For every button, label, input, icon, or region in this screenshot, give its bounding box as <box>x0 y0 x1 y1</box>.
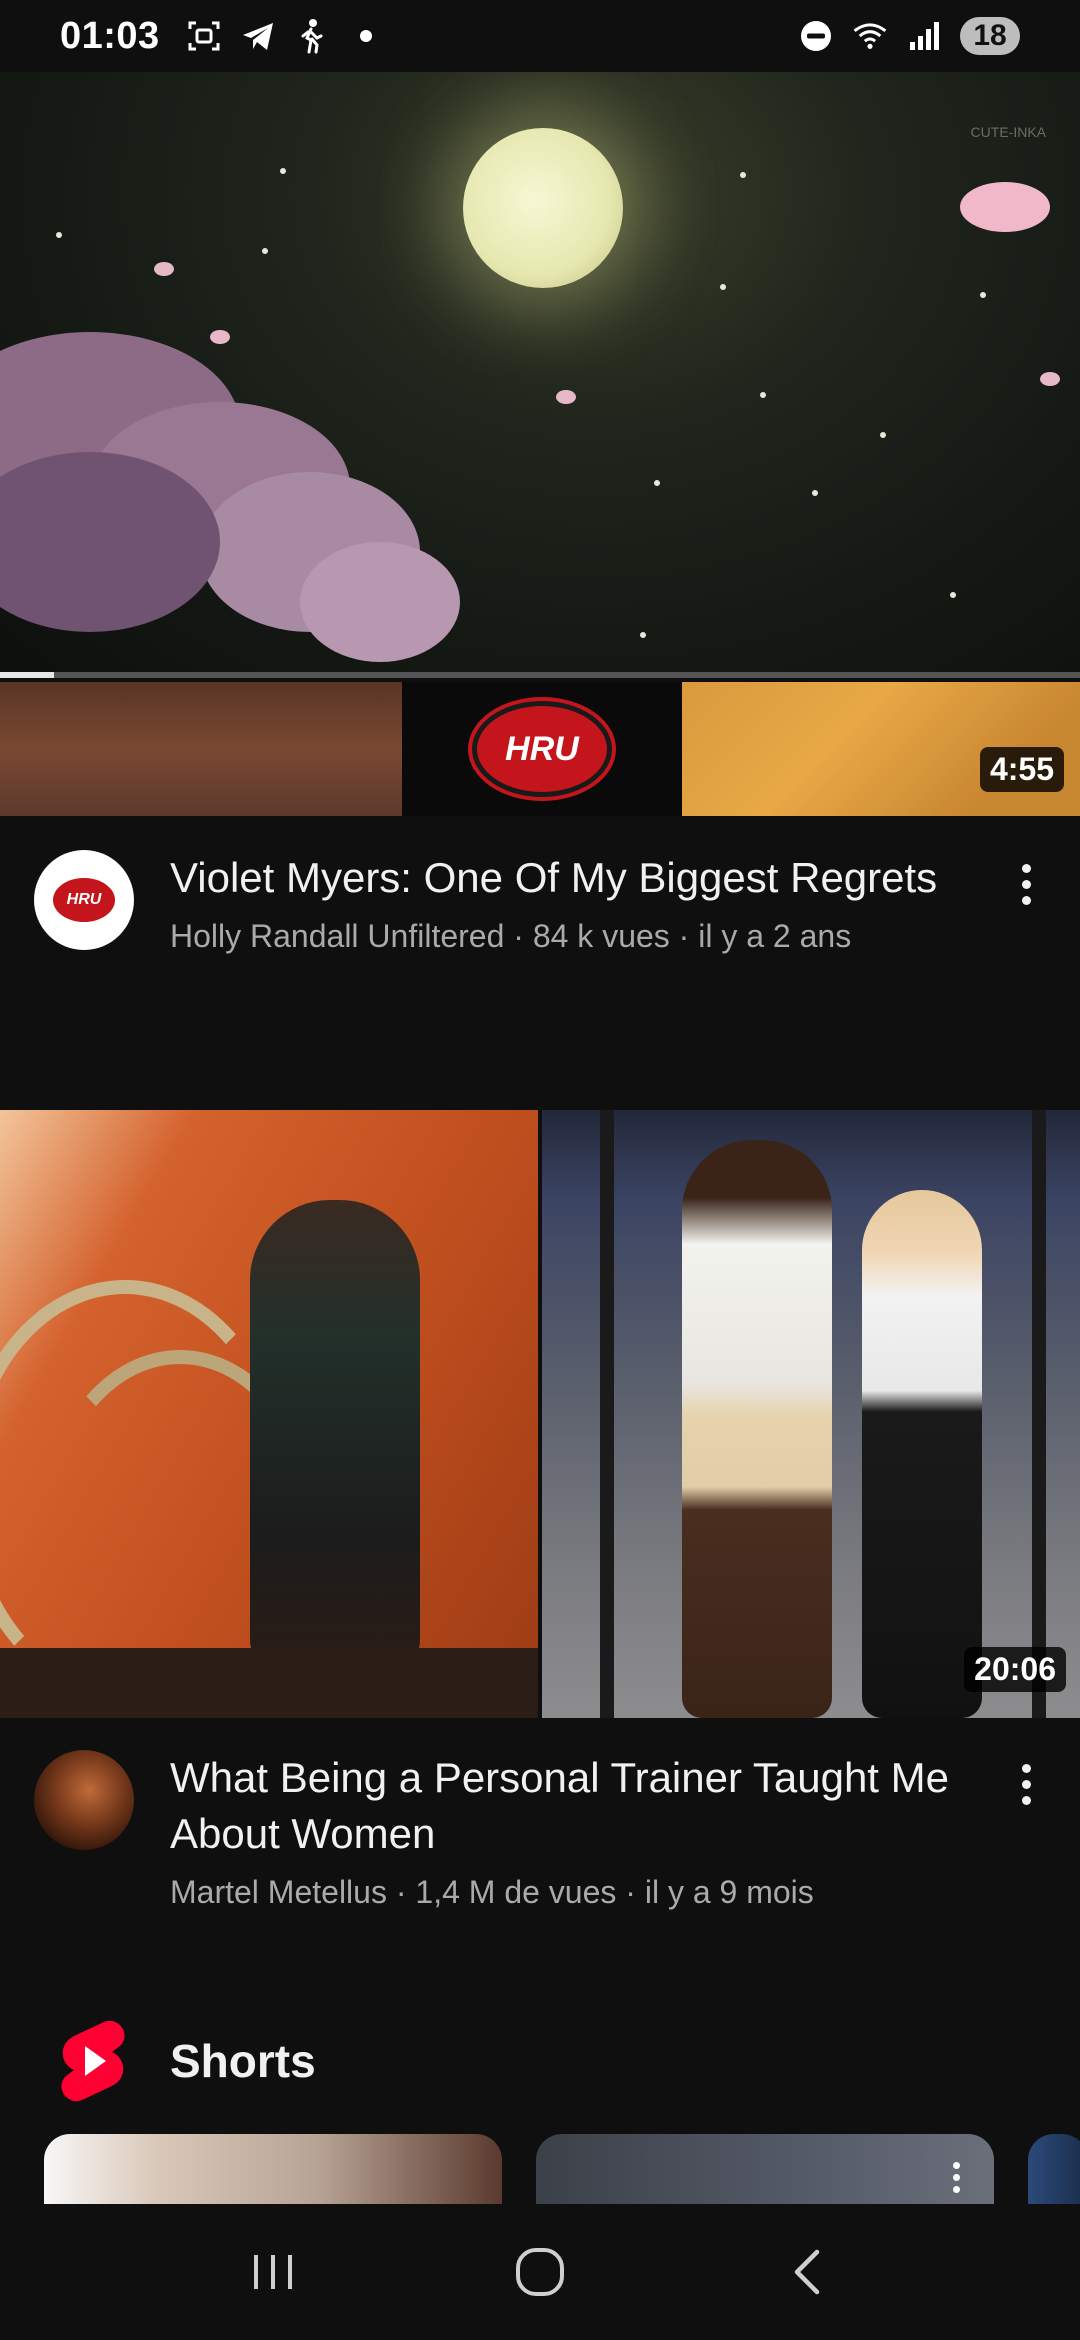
telegram-icon <box>240 18 276 54</box>
star-dot <box>950 592 956 598</box>
short-card[interactable] <box>1028 2134 1080 2204</box>
wifi-icon <box>852 18 888 54</box>
thumbnail-panel <box>0 682 402 816</box>
petal-shape <box>1040 372 1060 386</box>
thumbnail-panel: HRU <box>402 682 682 816</box>
status-left-icons <box>186 18 384 54</box>
person-figure <box>682 1140 832 1718</box>
petal-shape <box>210 330 230 344</box>
player-progress-bar[interactable] <box>0 672 1080 678</box>
star-dot <box>280 168 286 174</box>
home-icon[interactable] <box>495 2227 585 2317</box>
signal-icon <box>906 18 942 54</box>
star-dot <box>720 284 726 290</box>
cloud-shape <box>300 542 460 662</box>
video-text: Violet Myers: One Of My Biggest Regrets … <box>170 850 986 956</box>
video-title[interactable]: Violet Myers: One Of My Biggest Regrets <box>170 850 986 906</box>
more-options-icon[interactable] <box>953 2162 960 2193</box>
dot-icon <box>348 18 384 54</box>
short-card[interactable] <box>536 2134 994 2204</box>
star-dot <box>56 232 62 238</box>
star-dot <box>654 480 660 486</box>
video-info[interactable]: What Being a Personal Trainer Taught Me … <box>0 1750 1080 1912</box>
back-icon[interactable] <box>762 2227 852 2317</box>
more-options-icon[interactable] <box>1006 850 1046 956</box>
video-thumbnail[interactable]: 20:06 <box>0 1110 1080 1718</box>
dnd-icon <box>798 18 834 54</box>
mirror-frame <box>1032 1110 1046 1718</box>
channel-avatar[interactable] <box>34 1750 134 1850</box>
video-player[interactable]: CUTE-INKA <box>0 72 1080 678</box>
status-time: 01:03 <box>60 14 160 57</box>
floor-shape <box>0 1648 538 1718</box>
shorts-shelf <box>44 2134 1080 2204</box>
star-dot <box>640 632 646 638</box>
video-thumbnail[interactable]: HRU 4:55 <box>0 682 1080 816</box>
person-figure <box>250 1200 420 1670</box>
star-dot <box>880 432 886 438</box>
player-progress-fill <box>0 672 54 678</box>
petal-shape <box>154 262 174 276</box>
cloud-shape <box>960 182 1050 232</box>
thumbnail-panel: 20:06 <box>542 1110 1080 1718</box>
status-right-icons: 18 <box>798 17 1020 55</box>
star-dot <box>262 248 268 254</box>
logo-text: HRU <box>66 891 102 908</box>
status-bar: 01:03 18 <box>0 0 1080 72</box>
mirror-frame <box>600 1110 614 1718</box>
duration-badge: 4:55 <box>979 747 1064 792</box>
star-dot <box>760 392 766 398</box>
shorts-icon <box>58 2018 128 2104</box>
video-text: What Being a Personal Trainer Taught Me … <box>170 1750 986 1912</box>
walking-icon <box>294 18 330 54</box>
player-watermark: CUTE-INKA <box>970 124 1046 140</box>
petal-shape <box>556 390 576 404</box>
person-figure <box>862 1190 982 1718</box>
hru-logo: HRU <box>472 701 612 797</box>
recents-icon[interactable] <box>228 2227 318 2317</box>
more-options-icon[interactable] <box>1006 1750 1046 1912</box>
system-nav-bar <box>0 2204 1080 2340</box>
video-meta: Holly Randall Unfiltered · 84 k vues · i… <box>170 918 852 954</box>
thumbnail-panel <box>0 1110 538 1718</box>
screenshot-icon <box>186 18 222 54</box>
duration-badge: 20:06 <box>964 1647 1066 1692</box>
thumbnail-panel: 4:55 <box>682 682 1080 816</box>
battery-indicator: 18 <box>960 17 1020 55</box>
video-title[interactable]: What Being a Personal Trainer Taught Me … <box>170 1750 986 1862</box>
short-card[interactable] <box>44 2134 502 2204</box>
logo-text: HRU <box>505 729 579 768</box>
star-dot <box>740 172 746 178</box>
video-meta: Martel Metellus · 1,4 M de vues · il y a… <box>170 1874 814 1910</box>
video-info[interactable]: HRU Violet Myers: One Of My Biggest Regr… <box>0 850 1080 956</box>
moon-image <box>463 128 623 288</box>
shorts-title: Shorts <box>170 2035 316 2087</box>
channel-avatar[interactable]: HRU <box>34 850 134 950</box>
star-dot <box>980 292 986 298</box>
star-dot <box>812 490 818 496</box>
hru-logo: HRU <box>53 878 115 922</box>
shorts-header: Shorts <box>58 2018 316 2104</box>
